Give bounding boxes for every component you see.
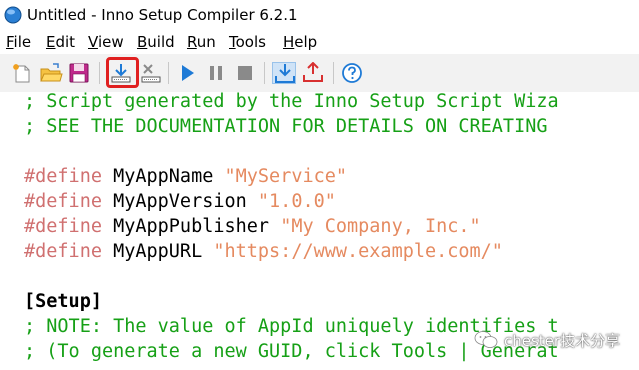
menu-build[interactable]: Build [137,33,175,51]
define-keyword: #define [24,166,102,187]
toolbar [0,54,639,93]
menu-edit[interactable]: Edit [46,33,75,51]
menu-file[interactable]: File [6,33,31,51]
define-keyword: #define [24,241,102,262]
code-line: #define MyAppName "MyService" [24,164,347,189]
section-header: [Setup] [24,291,102,312]
watermark: chester技术分享 [474,328,634,352]
stop-compile-icon [141,64,161,83]
inno-setup-app-icon [4,6,22,24]
save-button[interactable] [67,62,91,84]
save-icon [69,63,89,83]
code-line: #define MyAppVersion "1.0.0" [24,189,336,214]
terminate-icon [238,66,252,80]
define-name: MyAppName [101,166,225,187]
code-line: ; Script generated by the Inno Setup Scr… [24,92,559,112]
define-keyword: #define [24,191,102,212]
open-folder-icon [40,63,63,82]
define-value: "1.0.0" [257,191,336,212]
define-name: MyAppVersion [101,191,258,212]
menu-view[interactable]: View [88,33,124,51]
define-name: MyAppPublisher [101,216,281,237]
define-value: "MyService" [224,166,348,187]
run-button[interactable] [175,62,199,84]
new-file-icon [13,64,30,83]
wechat-icon [474,331,498,348]
menu-bar: File Edit View Build Run Tools Help [0,31,639,54]
watermark-text: chester技术分享 [504,332,621,350]
target-compile-icon [275,64,295,83]
export-button[interactable] [301,62,325,84]
open-button[interactable] [39,62,63,84]
define-keyword: #define [24,216,102,237]
new-file-button[interactable] [10,62,34,84]
define-value: "My Company, Inc." [280,216,481,237]
terminate-button[interactable] [233,62,257,84]
run-icon [182,65,194,81]
toolbar-separator [264,62,265,84]
menu-help[interactable]: Help [283,33,317,51]
help-button[interactable] [340,62,364,84]
window-title: Untitled - Inno Setup Compiler 6.2.1 [27,6,298,24]
define-name: MyAppURL [101,241,214,262]
compile-highlight-box [106,57,139,88]
stop-compile-button[interactable] [139,62,163,84]
toolbar-separator [99,62,100,84]
define-value: "https://www.example.com/" [213,241,503,262]
menu-tools[interactable]: Tools [229,33,266,51]
pause-icon [210,66,222,80]
title-bar: Untitled - Inno Setup Compiler 6.2.1 [0,0,639,31]
export-icon [303,62,323,82]
pause-button[interactable] [204,62,228,84]
target-compile-button[interactable] [272,62,296,84]
toolbar-separator [333,62,334,84]
code-line: #define MyAppURL "https://www.example.co… [24,239,503,264]
help-icon [342,63,362,83]
code-line: ; SEE THE DOCUMENTATION FOR DETAILS ON C… [24,116,548,137]
code-line: #define MyAppPublisher "My Company, Inc.… [24,214,481,239]
toolbar-separator [168,62,169,84]
menu-run[interactable]: Run [187,33,216,51]
